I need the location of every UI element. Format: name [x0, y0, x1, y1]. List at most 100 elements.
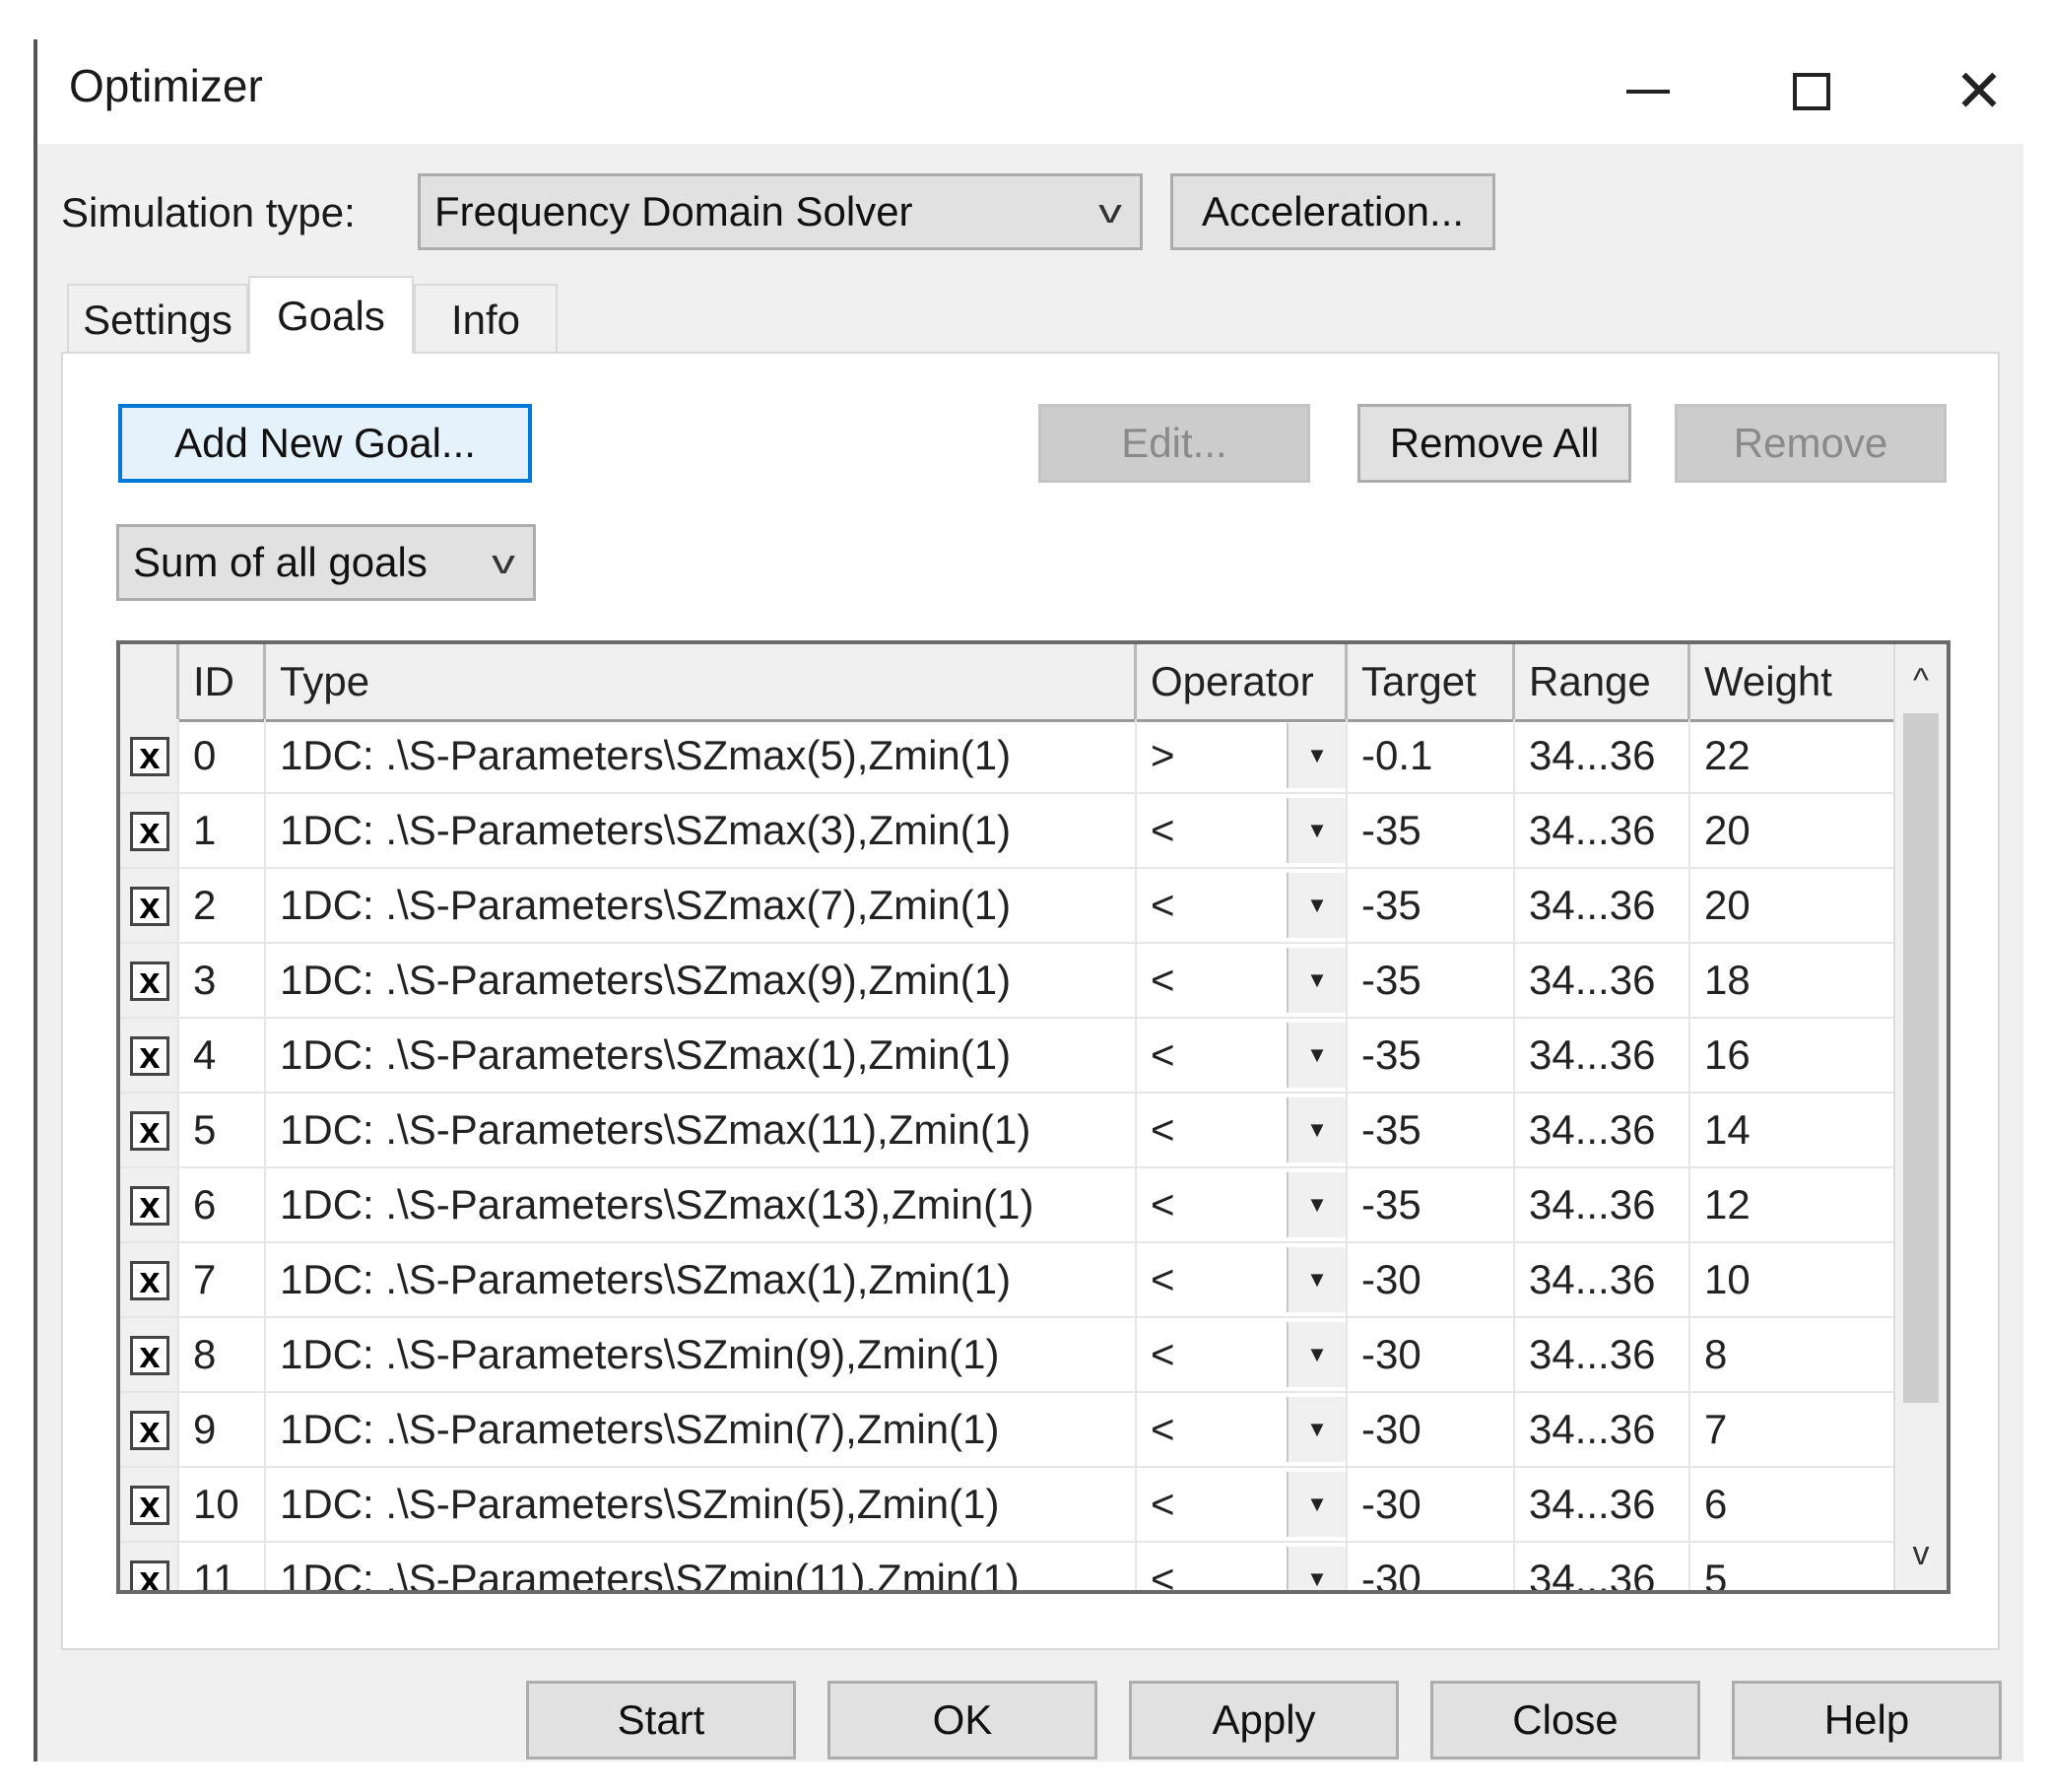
- add-new-goal-button[interactable]: Add New Goal...: [118, 404, 532, 483]
- goal-type[interactable]: 1DC: .\S-Parameters\SZmax(13),Zmin(1): [266, 1168, 1137, 1241]
- remove-goal-button[interactable]: Remove: [1675, 404, 1947, 483]
- table-row[interactable]: x 3 1DC: .\S-Parameters\SZmax(9),Zmin(1) < ▼…: [120, 944, 1893, 1019]
- goal-weight[interactable]: 20: [1690, 794, 1893, 867]
- help-button[interactable]: Help: [1732, 1681, 2002, 1759]
- tab-info[interactable]: Info: [414, 284, 558, 354]
- enable-goal-checkbox[interactable]: x: [130, 962, 169, 1001]
- goal-target[interactable]: -35: [1348, 1094, 1515, 1166]
- goal-operator-select[interactable]: > ▼: [1137, 719, 1348, 792]
- goal-range[interactable]: 34...36: [1515, 944, 1690, 1017]
- table-row[interactable]: x 9 1DC: .\S-Parameters\SZmin(7),Zmin(1) < ▼…: [120, 1393, 1893, 1468]
- goal-weight[interactable]: 6: [1690, 1468, 1893, 1541]
- goal-operator-select[interactable]: < ▼: [1137, 1468, 1348, 1541]
- goal-range[interactable]: 34...36: [1515, 1318, 1690, 1391]
- table-row[interactable]: x 8 1DC: .\S-Parameters\SZmin(9),Zmin(1) < ▼…: [120, 1318, 1893, 1393]
- enable-goal-checkbox[interactable]: x: [130, 1411, 169, 1450]
- chevron-down-icon[interactable]: ▼: [1287, 1023, 1346, 1088]
- goal-weight[interactable]: 22: [1690, 719, 1893, 792]
- goal-operator-select[interactable]: < ▼: [1137, 1168, 1348, 1241]
- column-header-range[interactable]: Range: [1515, 644, 1690, 719]
- chevron-down-icon[interactable]: ▼: [1287, 1172, 1346, 1237]
- goal-weight[interactable]: 12: [1690, 1168, 1893, 1241]
- edit-goal-button[interactable]: Edit...: [1038, 404, 1310, 483]
- chevron-down-icon[interactable]: ▼: [1287, 1247, 1346, 1312]
- goal-type[interactable]: 1DC: .\S-Parameters\SZmax(5),Zmin(1): [266, 719, 1137, 792]
- chevron-down-icon[interactable]: ▼: [1287, 1472, 1346, 1537]
- enable-goal-checkbox[interactable]: x: [130, 1186, 169, 1226]
- goal-target[interactable]: -30: [1348, 1318, 1515, 1391]
- goal-type[interactable]: 1DC: .\S-Parameters\SZmax(1),Zmin(1): [266, 1019, 1137, 1092]
- goal-range[interactable]: 34...36: [1515, 1168, 1690, 1241]
- goal-range[interactable]: 34...36: [1515, 1243, 1690, 1316]
- goal-target[interactable]: -30: [1348, 1543, 1515, 1590]
- enable-goal-checkbox[interactable]: x: [130, 1261, 169, 1300]
- goal-target[interactable]: -35: [1348, 1019, 1515, 1092]
- enable-goal-checkbox[interactable]: x: [130, 1111, 169, 1151]
- enable-goal-checkbox[interactable]: x: [130, 1036, 169, 1076]
- goal-weight[interactable]: 8: [1690, 1318, 1893, 1391]
- close-button[interactable]: Close: [1430, 1681, 1700, 1759]
- enable-goal-checkbox[interactable]: x: [130, 812, 169, 851]
- column-header-target[interactable]: Target: [1348, 644, 1515, 719]
- chevron-down-icon[interactable]: ▼: [1287, 798, 1346, 863]
- goal-type[interactable]: 1DC: .\S-Parameters\SZmin(5),Zmin(1): [266, 1468, 1137, 1541]
- goal-range[interactable]: 34...36: [1515, 1393, 1690, 1466]
- goal-operator-select[interactable]: < ▼: [1137, 1318, 1348, 1391]
- goal-operator-select[interactable]: < ▼: [1137, 1094, 1348, 1166]
- table-row[interactable]: x 2 1DC: .\S-Parameters\SZmax(7),Zmin(1) < ▼…: [120, 869, 1893, 944]
- enable-goal-checkbox[interactable]: x: [130, 1560, 169, 1590]
- goal-weight[interactable]: 18: [1690, 944, 1893, 1017]
- tab-settings[interactable]: Settings: [67, 284, 248, 354]
- goal-target[interactable]: -35: [1348, 944, 1515, 1017]
- chevron-down-icon[interactable]: ▼: [1287, 723, 1346, 788]
- enable-goal-checkbox[interactable]: x: [130, 1486, 169, 1525]
- goal-type[interactable]: 1DC: .\S-Parameters\SZmax(3),Zmin(1): [266, 794, 1137, 867]
- minimize-icon[interactable]: [1584, 39, 1712, 144]
- column-header-id[interactable]: ID: [179, 644, 266, 719]
- simulation-type-select[interactable]: Frequency Domain Solver v: [418, 173, 1143, 250]
- remove-all-button[interactable]: Remove All: [1357, 404, 1631, 483]
- chevron-down-icon[interactable]: ▼: [1287, 1097, 1346, 1162]
- goal-weight[interactable]: 10: [1690, 1243, 1893, 1316]
- chevron-down-icon[interactable]: ▼: [1287, 873, 1346, 938]
- table-row[interactable]: x 10 1DC: .\S-Parameters\SZmin(5),Zmin(1) <…: [120, 1468, 1893, 1543]
- goal-operator-select[interactable]: < ▼: [1137, 1393, 1348, 1466]
- goal-operator-select[interactable]: < ▼: [1137, 1543, 1348, 1590]
- goal-range[interactable]: 34...36: [1515, 1094, 1690, 1166]
- enable-goal-checkbox[interactable]: x: [130, 737, 169, 776]
- goal-range[interactable]: 34...36: [1515, 869, 1690, 942]
- table-row[interactable]: x 4 1DC: .\S-Parameters\SZmax(1),Zmin(1) < ▼…: [120, 1019, 1893, 1094]
- goal-target[interactable]: -35: [1348, 794, 1515, 867]
- vertical-scrollbar[interactable]: ^ v: [1893, 644, 1947, 1590]
- apply-button[interactable]: Apply: [1129, 1681, 1399, 1759]
- goal-target[interactable]: -35: [1348, 1168, 1515, 1241]
- chevron-down-icon[interactable]: ▼: [1287, 1397, 1346, 1462]
- goal-target[interactable]: -30: [1348, 1393, 1515, 1466]
- goal-range[interactable]: 34...36: [1515, 1543, 1690, 1590]
- goal-weight[interactable]: 7: [1690, 1393, 1893, 1466]
- goal-target[interactable]: -35: [1348, 869, 1515, 942]
- chevron-down-icon[interactable]: v: [1895, 1521, 1947, 1586]
- goal-combination-select[interactable]: Sum of all goals v: [116, 524, 536, 601]
- acceleration-button[interactable]: Acceleration...: [1170, 173, 1495, 250]
- goal-type[interactable]: 1DC: .\S-Parameters\SZmax(9),Zmin(1): [266, 944, 1137, 1017]
- goal-weight[interactable]: 5: [1690, 1543, 1893, 1590]
- goal-operator-select[interactable]: < ▼: [1137, 794, 1348, 867]
- scrollbar-thumb[interactable]: [1903, 713, 1939, 1403]
- goal-target[interactable]: -30: [1348, 1243, 1515, 1316]
- table-row[interactable]: x 1 1DC: .\S-Parameters\SZmax(3),Zmin(1) < ▼…: [120, 794, 1893, 869]
- table-row[interactable]: x 6 1DC: .\S-Parameters\SZmax(13),Zmin(1) <…: [120, 1168, 1893, 1243]
- goal-type[interactable]: 1DC: .\S-Parameters\SZmax(11),Zmin(1): [266, 1094, 1137, 1166]
- goal-range[interactable]: 34...36: [1515, 794, 1690, 867]
- goal-operator-select[interactable]: < ▼: [1137, 944, 1348, 1017]
- goal-target[interactable]: -30: [1348, 1468, 1515, 1541]
- goal-type[interactable]: 1DC: .\S-Parameters\SZmax(1),Zmin(1): [266, 1243, 1137, 1316]
- table-row[interactable]: x 11 1DC: .\S-Parameters\SZmin(11),Zmin(1)…: [120, 1543, 1893, 1590]
- goal-type[interactable]: 1DC: .\S-Parameters\SZmin(11),Zmin(1): [266, 1543, 1137, 1590]
- chevron-down-icon[interactable]: ▼: [1287, 1547, 1346, 1590]
- column-header-weight[interactable]: Weight: [1690, 644, 1893, 719]
- table-row[interactable]: x 0 1DC: .\S-Parameters\SZmax(5),Zmin(1) > ▼…: [120, 719, 1893, 794]
- table-row[interactable]: x 5 1DC: .\S-Parameters\SZmax(11),Zmin(1) <…: [120, 1094, 1893, 1168]
- tab-goals[interactable]: Goals: [248, 276, 414, 354]
- column-header-operator[interactable]: Operator: [1137, 644, 1348, 719]
